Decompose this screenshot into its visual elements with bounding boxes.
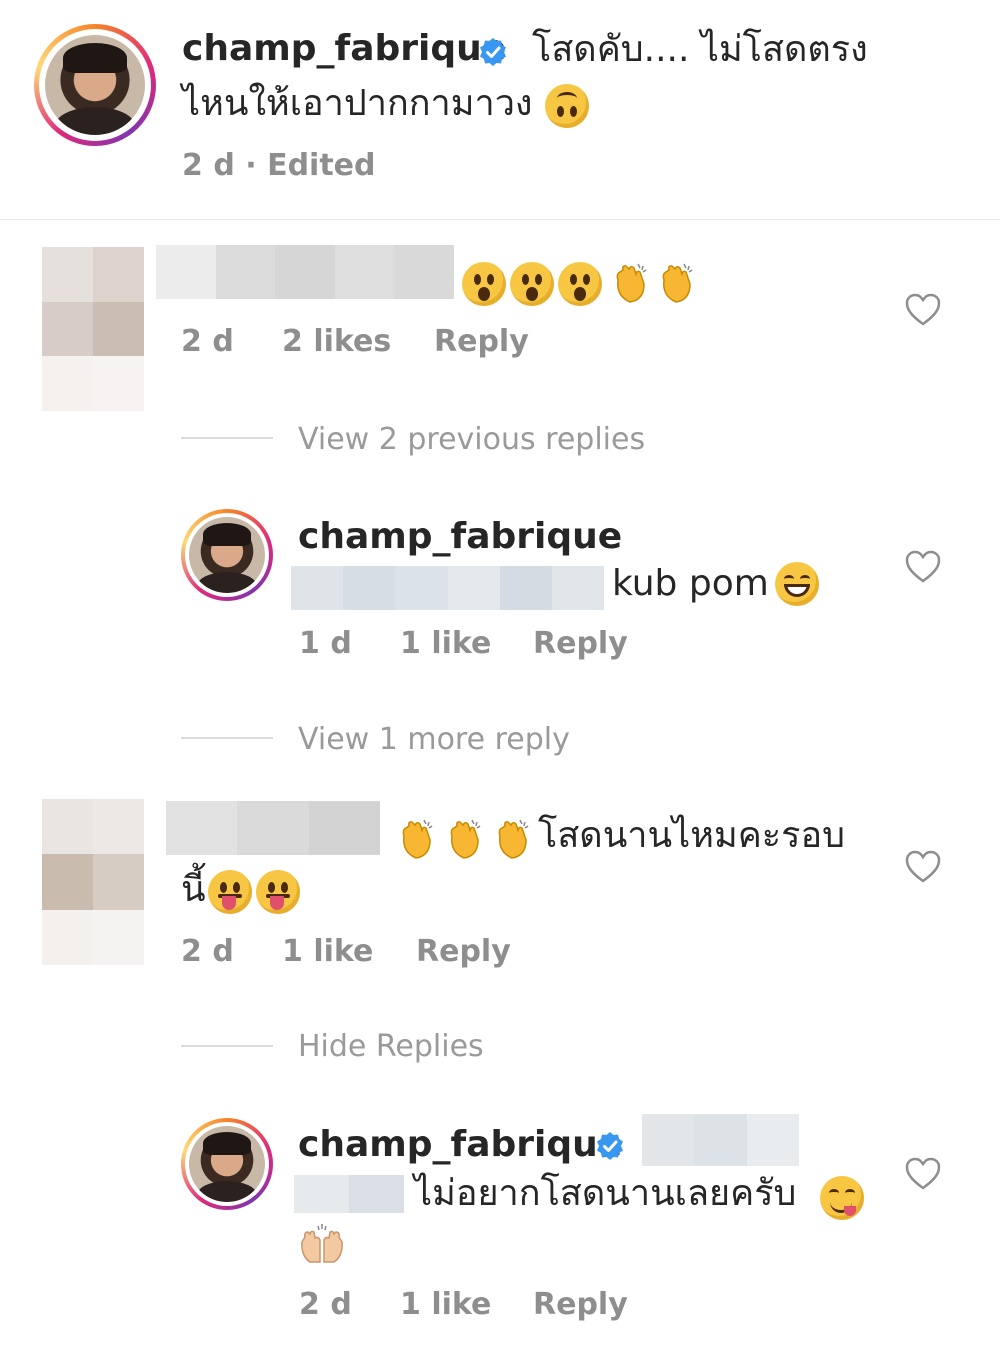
hushed-face-emoji bbox=[462, 262, 506, 306]
replies-divider-line bbox=[181, 1045, 273, 1047]
comment-timestamp: 2 d bbox=[181, 324, 234, 359]
commenter-avatar-blurred[interactable] bbox=[42, 247, 144, 412]
clapping-hands-emoji bbox=[450, 819, 481, 859]
reply-button[interactable]: Reply bbox=[416, 934, 511, 969]
clapping-hands-emoji bbox=[498, 819, 529, 859]
mention-blurred[interactable] bbox=[294, 1175, 404, 1213]
view-more-reply-link[interactable]: View 1 more reply bbox=[298, 722, 570, 757]
raising-hands-emoji bbox=[301, 1224, 343, 1263]
upside-down-face-emoji bbox=[545, 84, 589, 128]
verified-badge-icon bbox=[597, 1132, 623, 1160]
verified-badge-icon bbox=[480, 38, 506, 66]
commenter-username-blurred[interactable] bbox=[156, 245, 454, 299]
hushed-face-emoji bbox=[558, 262, 602, 306]
reply-likes[interactable]: 1 like bbox=[400, 1287, 491, 1322]
clapping-hands-emoji bbox=[662, 263, 693, 303]
replies-divider-line bbox=[181, 437, 273, 439]
commenter-username-blurred[interactable] bbox=[166, 801, 380, 855]
reply-text: kub pom bbox=[612, 563, 769, 604]
heart-icon[interactable] bbox=[905, 550, 941, 584]
reply-button[interactable]: Reply bbox=[434, 324, 529, 359]
heart-icon[interactable] bbox=[905, 1157, 941, 1191]
caption-divider bbox=[0, 219, 1000, 220]
post-caption-line1: โสดคับ.... ไม่โสดตรง bbox=[532, 29, 868, 70]
post-author-avatar[interactable] bbox=[34, 24, 156, 146]
view-previous-replies-link[interactable]: View 2 previous replies bbox=[298, 422, 645, 457]
heart-icon[interactable] bbox=[905, 850, 941, 884]
mention-blurred[interactable] bbox=[642, 1114, 799, 1166]
reply-text: ไม่อยากโสดนานเลยครับ bbox=[414, 1173, 797, 1214]
reply-button[interactable]: Reply bbox=[533, 626, 628, 661]
mention-blurred[interactable] bbox=[291, 566, 605, 610]
hushed-face-emoji bbox=[510, 262, 554, 306]
reply-author-avatar[interactable] bbox=[181, 509, 273, 601]
reply-author-avatar[interactable] bbox=[181, 1118, 273, 1210]
grinning-face-emoji bbox=[775, 562, 819, 606]
tongue-face-emoji bbox=[208, 870, 252, 914]
clapping-hands-emoji bbox=[402, 819, 433, 859]
comment-likes[interactable]: 2 likes bbox=[282, 324, 391, 359]
replies-divider-line bbox=[181, 737, 273, 739]
hide-replies-link[interactable]: Hide Replies bbox=[298, 1029, 484, 1064]
comment-text-line1: โสดนานไหมคะรอบ bbox=[538, 815, 845, 856]
post-username[interactable]: champ_fabrique bbox=[182, 28, 506, 69]
yum-face-emoji bbox=[820, 1176, 864, 1220]
tongue-face-emoji bbox=[256, 870, 300, 914]
heart-icon[interactable] bbox=[905, 293, 941, 327]
reply-likes[interactable]: 1 like bbox=[400, 626, 491, 661]
comment-text-line2: นี้ bbox=[181, 869, 206, 910]
comment-timestamp: 2 d bbox=[181, 934, 234, 969]
reply-timestamp: 2 d bbox=[299, 1287, 352, 1322]
clapping-hands-emoji bbox=[616, 263, 647, 303]
post-caption-line2: ไหนให้เอาปากกามาวง bbox=[182, 83, 533, 124]
reply-timestamp: 1 d bbox=[299, 626, 352, 661]
reply-username[interactable]: champ_fabrique bbox=[298, 516, 622, 557]
reply-username[interactable]: champ_fabrique bbox=[298, 1124, 622, 1165]
reply-button[interactable]: Reply bbox=[533, 1287, 628, 1322]
comment-likes[interactable]: 1 like bbox=[282, 934, 373, 969]
post-timestamp: 2 d · Edited bbox=[182, 148, 376, 183]
commenter-avatar-blurred[interactable] bbox=[42, 799, 144, 965]
